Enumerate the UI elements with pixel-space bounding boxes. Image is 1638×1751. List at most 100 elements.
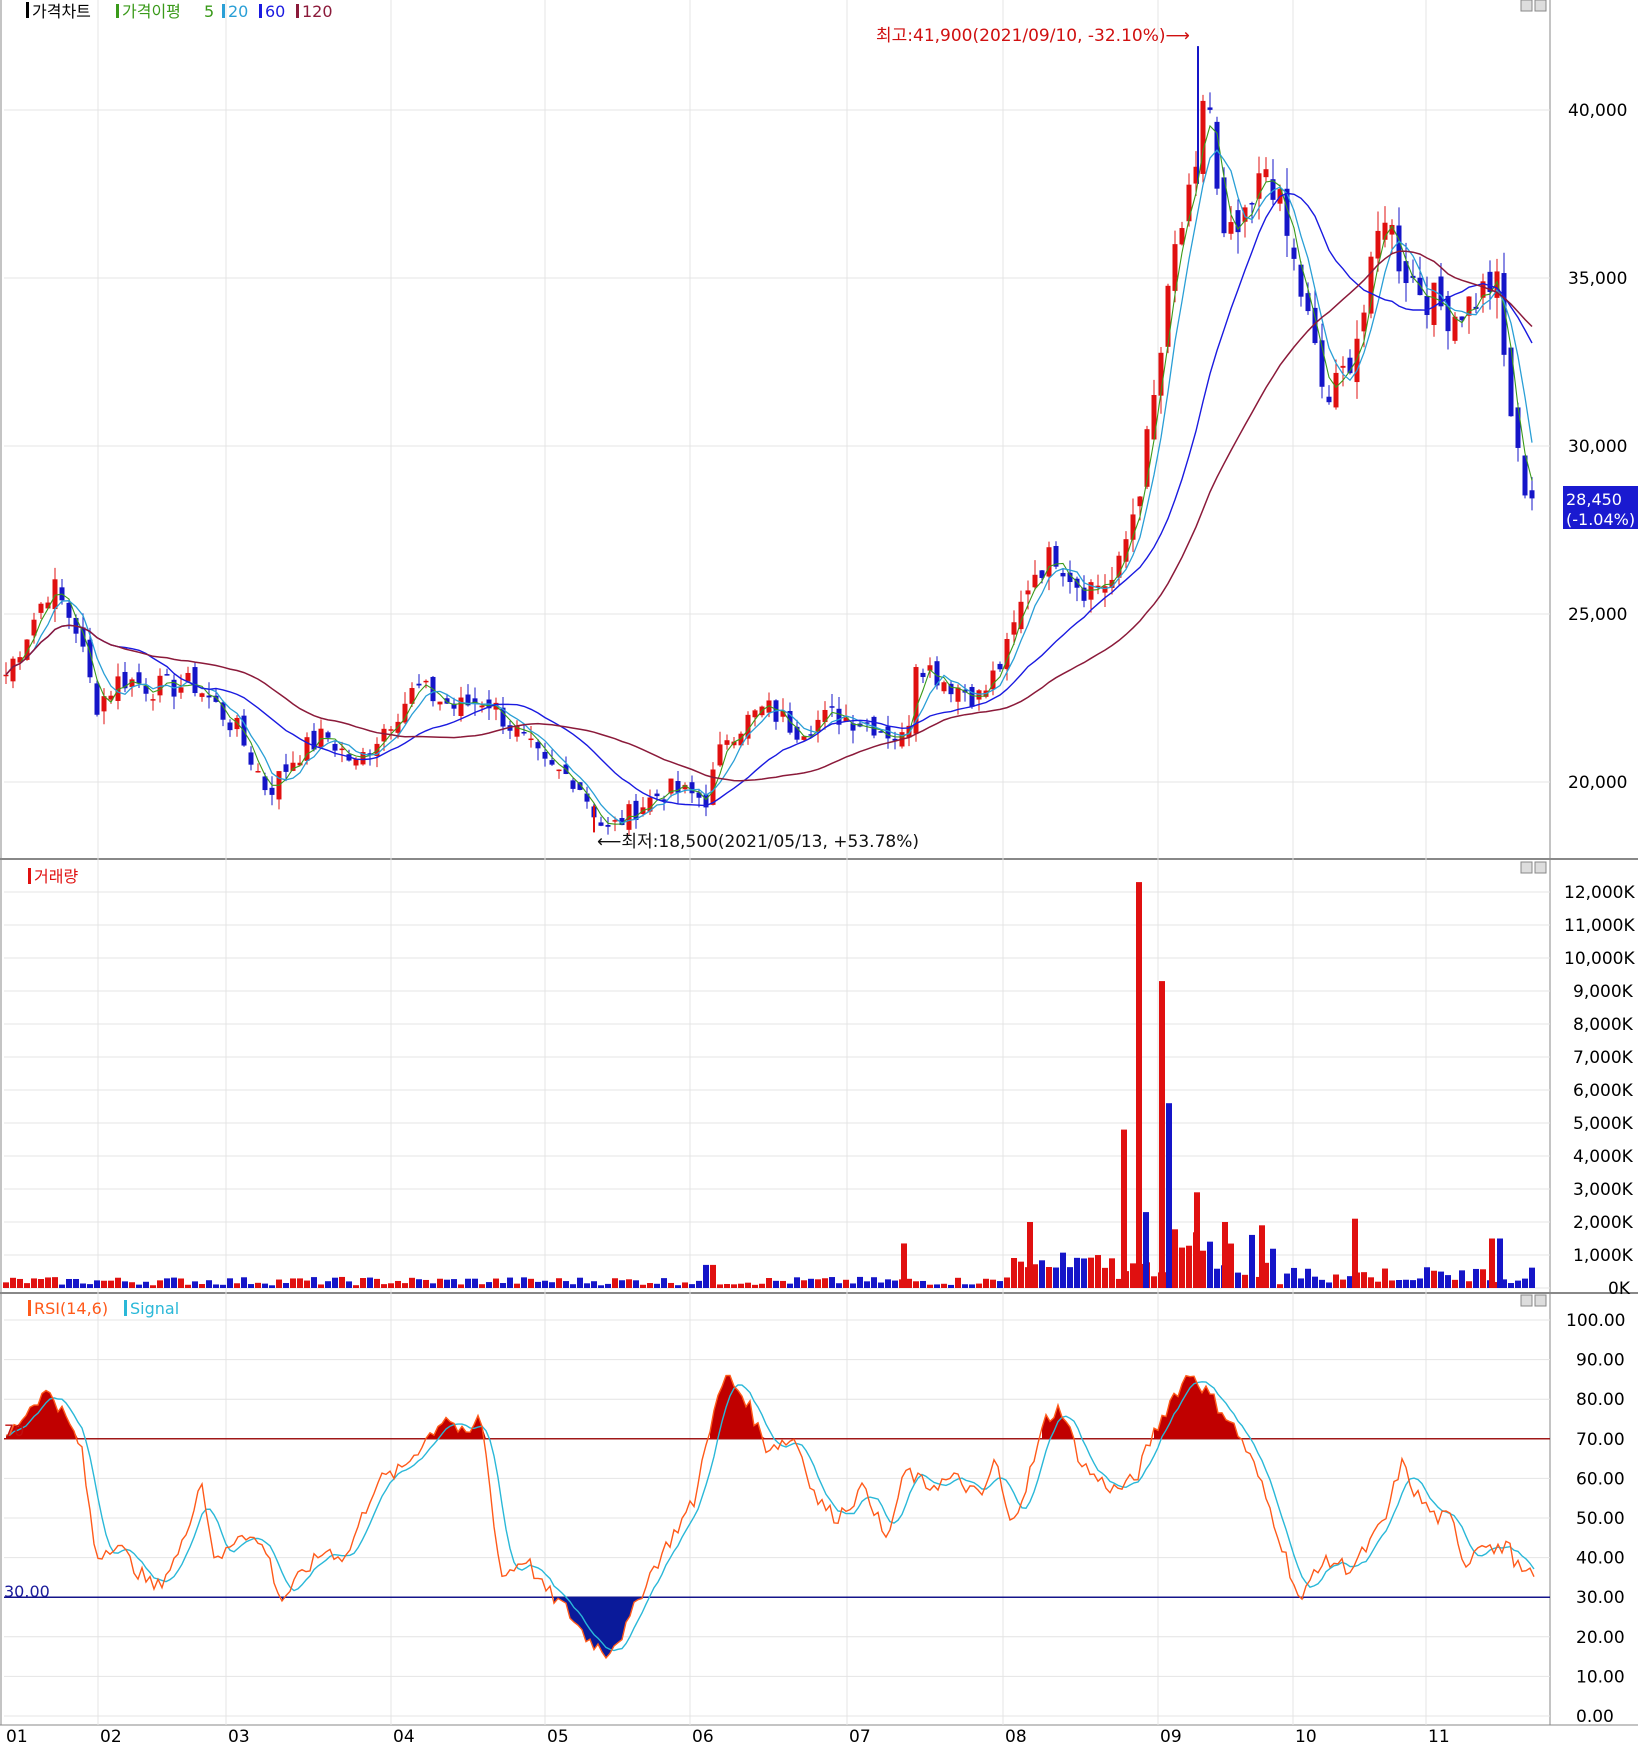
volume-tick-label: 3,000K: [1573, 1180, 1634, 1200]
volume-bar: [710, 1264, 716, 1288]
volume-bar: [472, 1278, 478, 1288]
candle-body: [1263, 169, 1269, 178]
candle-body: [248, 752, 254, 765]
ma-label: 가격이평: [122, 2, 181, 21]
month-label: 09: [1160, 1727, 1182, 1747]
volume-bar: [1214, 1268, 1220, 1288]
volume-bar: [31, 1278, 37, 1288]
volume-bar: [38, 1279, 44, 1288]
volume-bar: [1130, 1263, 1136, 1288]
volume-bar: [311, 1277, 317, 1288]
candle-body: [234, 717, 240, 730]
close-icon[interactable]: [1534, 861, 1547, 874]
volume-bar: [213, 1284, 219, 1288]
candle-body: [283, 764, 289, 772]
candle-body: [752, 710, 758, 718]
legend-marker-ma20: [222, 4, 225, 18]
volume-bar: [199, 1284, 205, 1288]
volume-bar: [136, 1284, 142, 1288]
volume-bar: [150, 1285, 156, 1288]
candle-body: [1207, 107, 1213, 110]
candle-body: [339, 748, 345, 751]
volume-bar: [101, 1280, 107, 1288]
volume-bar: [339, 1276, 345, 1288]
volume-bar: [941, 1283, 947, 1288]
volume-bar: [3, 1282, 9, 1288]
volume-bar: [1046, 1267, 1052, 1288]
candle-body: [227, 722, 233, 731]
rsi-line: [5, 1374, 1535, 1660]
volume-tick-label: 6,000K: [1573, 1081, 1634, 1101]
volume-panel-controls[interactable]: [1520, 861, 1547, 874]
volume-bar: [815, 1279, 821, 1288]
close-icon[interactable]: [1534, 1294, 1547, 1307]
volume-bar: [108, 1280, 114, 1288]
volume-bar: [794, 1277, 800, 1288]
price-panel-controls[interactable]: [1520, 0, 1547, 12]
volume-bar: [451, 1279, 457, 1288]
minimize-icon[interactable]: [1520, 0, 1533, 12]
candle-body: [178, 687, 184, 693]
volume-bar: [864, 1281, 870, 1288]
candle-body: [1431, 282, 1437, 325]
volume-bar: [591, 1281, 597, 1288]
minimize-icon[interactable]: [1520, 861, 1533, 874]
rsi-tick-label: 20.00: [1576, 1628, 1625, 1648]
volume-bar: [122, 1281, 128, 1288]
candle-body: [1333, 372, 1339, 408]
rsi-70-label: 70: [4, 1421, 24, 1440]
volume-bar: [52, 1277, 58, 1288]
volume-spike: [1352, 1218, 1358, 1288]
volume-bar: [262, 1283, 268, 1288]
volume-bar: [73, 1278, 79, 1288]
candle-body: [997, 663, 1003, 670]
candle-body: [1452, 316, 1458, 341]
rsi-tick-label: 40.00: [1576, 1549, 1625, 1569]
volume-bar: [1466, 1281, 1472, 1288]
volume-bar: [850, 1283, 856, 1288]
volume-bar: [766, 1278, 772, 1288]
candle-body: [1060, 572, 1066, 577]
candle-body: [381, 728, 387, 742]
volume-bar: [962, 1284, 968, 1288]
candle-body: [458, 697, 464, 716]
candle-body: [717, 744, 723, 766]
volume-bar: [185, 1284, 191, 1288]
volume-bar: [724, 1284, 730, 1288]
volume-bar: [577, 1277, 583, 1288]
candle-body: [941, 682, 947, 692]
volume-bar: [871, 1277, 877, 1288]
current-price: 28,450: [1566, 490, 1622, 509]
volume-bar: [367, 1277, 373, 1288]
chart-canvas: 01 02 03 04 05 06 07 08 09 10 11 20,000 25,000 30,000…: [0, 0, 1638, 1747]
volume-bar: [528, 1278, 534, 1288]
volume-bar: [1515, 1280, 1521, 1288]
candle-body: [38, 603, 44, 613]
minimize-icon[interactable]: [1520, 1294, 1533, 1307]
volume-bar: [885, 1279, 891, 1288]
volume-bar: [416, 1279, 422, 1288]
volume-bar: [409, 1277, 415, 1288]
candle-body: [570, 780, 576, 789]
candle-body: [290, 762, 296, 771]
grid-lines: [4, 0, 1550, 1725]
volume-bar: [878, 1282, 884, 1288]
volume-spike: [1497, 1238, 1503, 1288]
candle-body: [1515, 407, 1521, 448]
volume-bar: [80, 1283, 86, 1288]
volume-bar: [1235, 1272, 1241, 1288]
volume-tick-label: 7,000K: [1573, 1048, 1634, 1068]
rsi-tick-label: 100.00: [1566, 1311, 1625, 1331]
price-tick-label: 35,000: [1568, 269, 1627, 289]
candle-body: [1340, 365, 1346, 368]
candle-body: [332, 743, 338, 751]
volume-bar: [507, 1277, 513, 1288]
rsi-panel-controls[interactable]: [1520, 1294, 1547, 1307]
candle-body: [1424, 296, 1430, 316]
volume-bar: [1424, 1267, 1430, 1288]
volume-bar: [647, 1283, 653, 1288]
volume-bar: [619, 1280, 625, 1288]
close-icon[interactable]: [1534, 0, 1547, 12]
volume-bar: [1004, 1277, 1010, 1288]
volume-bar: [178, 1278, 184, 1288]
